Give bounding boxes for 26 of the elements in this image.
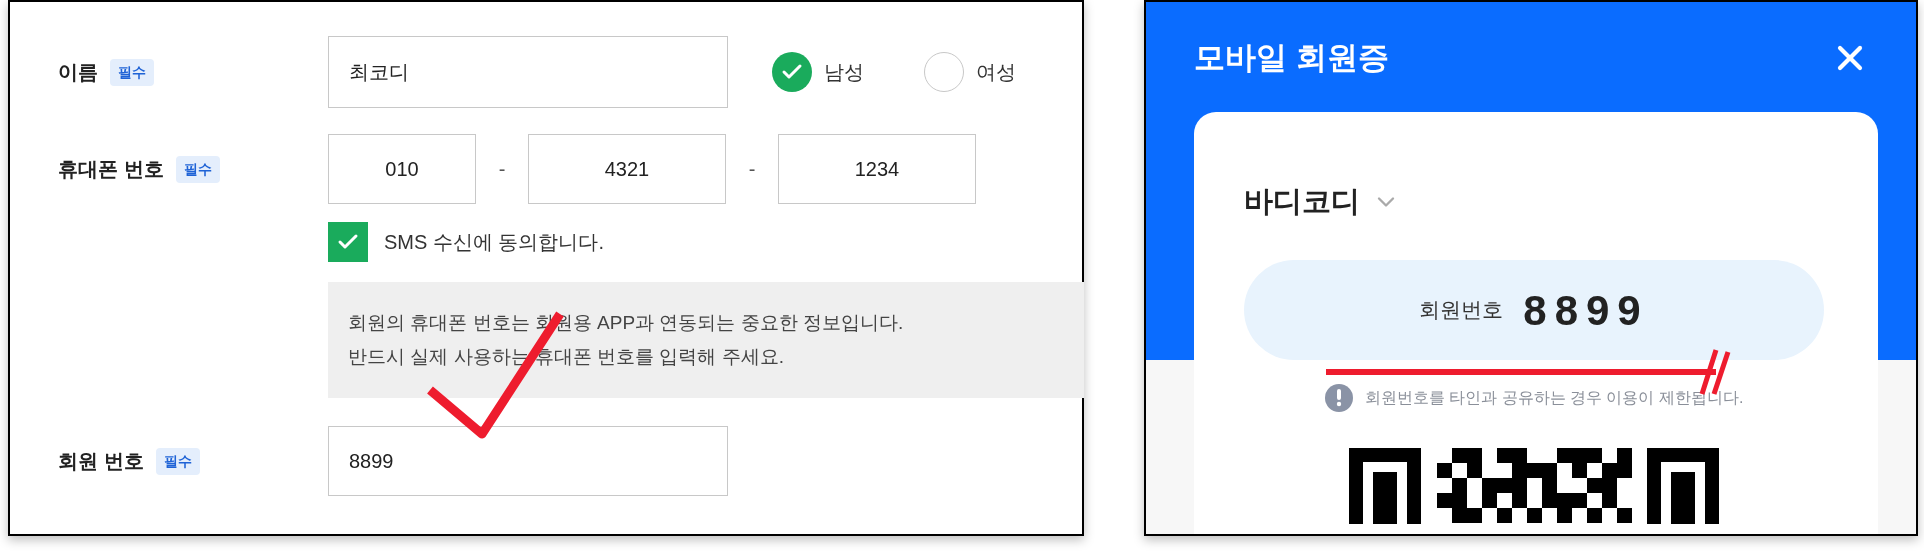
name-input[interactable]: 최코디 [328,36,728,108]
required-badge: 필수 [155,447,200,475]
required-badge: 필수 [175,155,220,183]
radio-button[interactable] [924,52,964,92]
info-icon [1324,384,1353,412]
member-number: 8899 [1523,285,1649,336]
separator: - [497,157,507,182]
radio-button[interactable] [772,52,812,92]
member-name: 바디코디 [1244,184,1360,220]
checkbox[interactable] [328,222,368,262]
required-badge: 필수 [110,58,154,86]
warning-text: 회원번호를 타인과 공유하는 경우 이용이 제한됩니다. [1364,388,1744,408]
member-number-input[interactable]: 8899 [328,426,728,496]
field-label: 휴대폰 번호 [58,157,164,182]
card-title: 모바일 회원증 [1194,38,1389,77]
radio-label: 여성 [976,60,1016,85]
field-label: 이름 [58,60,98,85]
phone-input[interactable]: 4321 [528,134,726,204]
phone-input[interactable]: 010 [328,134,476,204]
radio-label: 남성 [824,60,864,85]
field-label: 회원 번호 [58,449,144,474]
separator: - [747,157,757,182]
checkbox-label: SMS 수신에 동의합니다. [384,230,604,255]
member-number-label: 회원번호 [1419,297,1504,324]
phone-input[interactable]: 1234 [778,134,976,204]
notice-text: 반드시 실제 사용하는 휴대폰 번호를 입력해 주세요. [348,345,785,369]
